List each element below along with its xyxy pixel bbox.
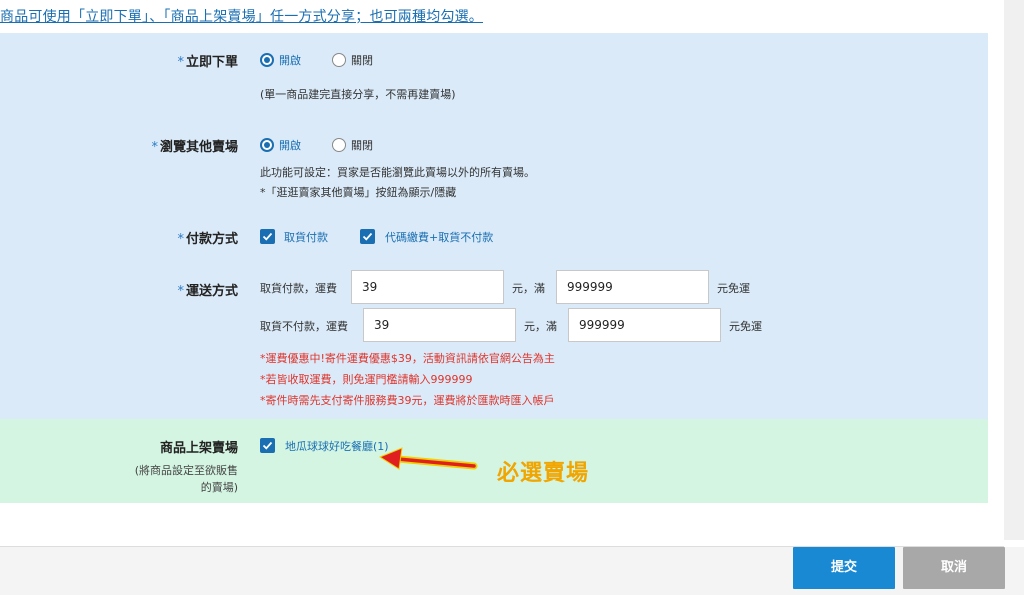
- submit-button[interactable]: 提交: [793, 547, 895, 589]
- store-checkbox[interactable]: [260, 438, 275, 453]
- payment-cod-label[interactable]: 取貨付款: [284, 229, 328, 245]
- shipping-note-2: *若皆收取運費，則免運門檻請輸入999999: [260, 373, 473, 386]
- browse-other-label: * 瀏覽其他賣場: [151, 140, 238, 155]
- shipping-note-1: *運費優惠中!寄件運費優惠$39，活動資訊請依官網公告為主: [260, 352, 555, 365]
- checkmark-icon: [362, 232, 373, 241]
- shipping-nocod-suffix: 元免運: [729, 320, 762, 333]
- store-listing-label: 商品上架賣場: [159, 441, 238, 456]
- shipping-nocod-prefix: 取貨不付款，運費: [260, 320, 348, 333]
- shipping-nocod-threshold-input[interactable]: 999999: [568, 308, 721, 342]
- annotation-required-store: 必選賣場: [497, 461, 590, 486]
- store-checkbox-label[interactable]: 地瓜球球好吃餐廳(1): [285, 438, 389, 454]
- instant-order-on-radio[interactable]: [260, 53, 274, 67]
- shipping-note-3: *寄件時需先支付寄件服務費39元，運費將於匯款時匯入帳戶: [260, 394, 555, 407]
- browse-other-on-radio[interactable]: [260, 138, 274, 152]
- browse-other-off-radio[interactable]: [332, 138, 346, 152]
- store-listing-sublabel: (將商品設定至欲販售 的賣場): [134, 464, 238, 494]
- share-method-notice: 商品可使用「立即下單」、「商品上架賣場」任一方式分享；也可兩種均勾選。: [0, 9, 483, 25]
- shipping-cod-mid: 元，滿: [512, 282, 545, 295]
- browse-other-hint-1: 此功能可設定：買家是否能瀏覽此賣場以外的所有賣場。: [260, 166, 535, 179]
- instant-order-label: * 立即下單: [177, 55, 238, 70]
- browse-other-on-label[interactable]: 開啟: [279, 137, 301, 153]
- instant-order-off-label[interactable]: 關閉: [351, 52, 373, 68]
- payment-code-label[interactable]: 代碼繳費+取貨不付款: [385, 229, 493, 245]
- shipping-nocod-fee-input[interactable]: 39: [363, 308, 516, 342]
- browse-other-off-label[interactable]: 關閉: [351, 137, 373, 153]
- scrollbar-track[interactable]: [1004, 0, 1024, 540]
- shipping-cod-prefix: 取貨付款，運費: [260, 282, 337, 295]
- instant-order-off-radio[interactable]: [332, 53, 346, 67]
- cancel-button[interactable]: 取消: [903, 547, 1005, 589]
- checkmark-icon: [262, 441, 273, 450]
- annotation-arrow-icon: [378, 447, 478, 470]
- shipping-nocod-mid: 元，滿: [524, 320, 557, 333]
- payment-code-checkbox[interactable]: [360, 229, 375, 244]
- payment-cod-checkbox[interactable]: [260, 229, 275, 244]
- payment-label: * 付款方式: [177, 232, 238, 247]
- browse-other-hint-2: *「逛逛賣家其他賣場」按鈕為顯示/隱藏: [260, 186, 457, 199]
- checkmark-icon: [262, 232, 273, 241]
- shipping-cod-fee-input[interactable]: 39: [351, 270, 504, 304]
- instant-order-on-label[interactable]: 開啟: [279, 52, 301, 68]
- shipping-cod-suffix: 元免運: [717, 282, 750, 295]
- shipping-cod-threshold-input[interactable]: 999999: [556, 270, 709, 304]
- shipping-label: * 運送方式: [177, 284, 238, 299]
- instant-order-hint: (單一商品建完直接分享，不需再建賣場): [260, 88, 456, 101]
